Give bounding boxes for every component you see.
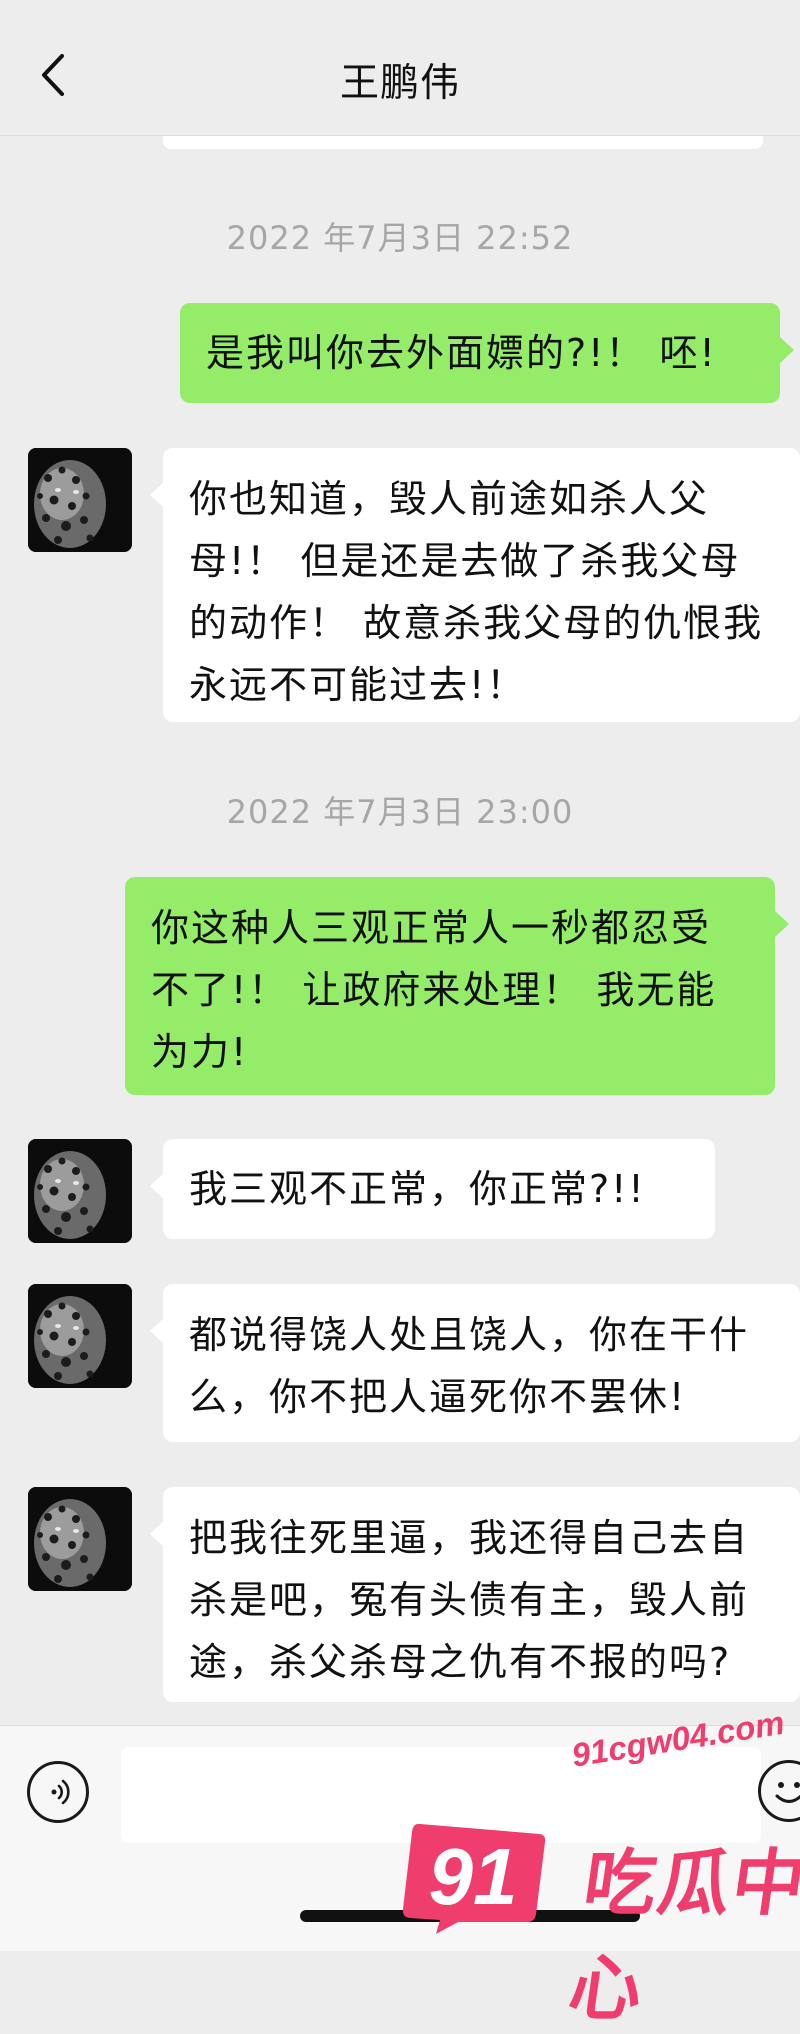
contact-avatar[interactable] (28, 1284, 132, 1388)
incoming-message[interactable]: 把我往死里逼，我还得自己去自杀是吧，冤有头债有主，毁人前途，杀父杀母之仇有不报的… (150, 1487, 800, 1702)
message-timestamp: 2022 年7月3日 22:52 (226, 219, 574, 257)
voice-icon (51, 1779, 70, 1805)
voice-button[interactable] (27, 1761, 89, 1823)
emoji-icon (775, 1782, 800, 1803)
watermark-logo: 91 (398, 1818, 548, 1936)
contact-avatar[interactable] (28, 1487, 132, 1591)
message-timestamp: 2022 年7月3日 23:00 (226, 793, 574, 831)
chat-header: 王鹏伟 (0, 0, 800, 136)
leopard-avatar-image (28, 1139, 132, 1243)
leopard-avatar-image (28, 1284, 132, 1388)
previous-message-edge (163, 135, 763, 149)
watermark-number: 91 (428, 1832, 518, 1921)
outgoing-message[interactable]: 是我叫你去外面嫖的?!！ 呸! (180, 303, 794, 403)
leopard-avatar-image (28, 448, 132, 552)
emoji-button[interactable] (758, 1760, 800, 1822)
contact-avatar[interactable] (28, 1139, 132, 1243)
chat-title: 王鹏伟 (339, 61, 460, 106)
outgoing-message[interactable]: 你这种人三观正常人一秒都忍受不了!！ 让政府来处理！ 我无能为力! (125, 877, 789, 1095)
incoming-message[interactable]: 都说得饶人处且饶人，你在干什么，你不把人逼死你不罢休! (150, 1284, 800, 1442)
contact-avatar[interactable] (28, 448, 132, 552)
incoming-message[interactable]: 我三观不正常，你正常?!! (150, 1139, 715, 1239)
leopard-avatar-image (28, 1487, 132, 1591)
watermark-text: 吃瓜中心 (563, 1841, 800, 2030)
incoming-message[interactable]: 你也知道，毁人前途如杀人父母!！ 但是还是去做了杀我父母的动作！ 故意杀我父母的… (150, 448, 800, 722)
